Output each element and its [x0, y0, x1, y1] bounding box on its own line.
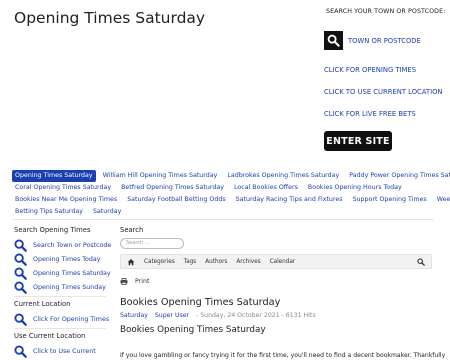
sidebar-item-label[interactable]: Click to Use Current: [33, 348, 96, 355]
nav-coral[interactable]: Coral Opening Times Saturday: [12, 182, 114, 194]
article-subtitle: Bookies Opening Times Saturday: [120, 325, 266, 335]
nav-paddy-power[interactable]: Paddy Power Opening Times Saturday: [346, 170, 450, 182]
nav-bookies-opening-hours-today[interactable]: Bookies Opening Hours Today: [305, 182, 405, 194]
article-body-text: If you love gambling or fancy trying it …: [120, 352, 446, 359]
sidebar-item-click-use-current[interactable]: Click to Use Current: [14, 344, 114, 358]
home-icon[interactable]: [127, 258, 135, 266]
sidebar-item-click-opening-times[interactable]: Click For Opening Times: [14, 312, 114, 326]
search-icon: [14, 312, 27, 326]
sidebar-item-opening-saturday[interactable]: Opening Times Saturday: [14, 266, 114, 280]
nav-weekdays[interactable]: Weekdays: [434, 194, 450, 206]
toolbar-authors[interactable]: Authors: [205, 259, 227, 265]
search-icon: [14, 252, 27, 266]
sidebar-divider: [14, 296, 106, 297]
town-postcode-label[interactable]: TOWN OR POSTCODE: [348, 37, 421, 45]
side-search-heading: SEARCH YOUR TOWN OR POSTCODE:: [326, 8, 446, 15]
search-icon[interactable]: [324, 31, 343, 50]
search-icon: [14, 344, 27, 358]
nav-saturday[interactable]: Saturday: [90, 206, 124, 218]
sidebar-item-opening-today[interactable]: Opening Times Today: [14, 252, 114, 266]
site-title[interactable]: Opening Times Saturday: [14, 9, 205, 27]
toolbar-categories[interactable]: Categories: [144, 259, 175, 265]
search-input[interactable]: Search ...: [120, 238, 184, 249]
sidebar-item-label[interactable]: Search Town or Postcode: [33, 242, 111, 249]
nav-saturday-football-odds[interactable]: Saturday Football Betting Odds: [124, 194, 228, 206]
sidebar-item-label[interactable]: Opening Times Today: [33, 256, 100, 263]
search-icon: [14, 266, 27, 280]
sidebar-item-opening-sunday[interactable]: Opening Times Sunday: [14, 280, 114, 294]
print-action[interactable]: Print: [120, 278, 150, 285]
live-free-bets-link[interactable]: CLICK FOR LIVE FREE BETS: [324, 110, 416, 118]
top-navigation: Opening Times Saturday William Hill Open…: [12, 170, 450, 218]
sidebar-item-label[interactable]: Opening Times Saturday: [33, 270, 111, 277]
use-current-location-link[interactable]: CLICK TO USE CURRENT LOCATION: [324, 88, 443, 96]
town-postcode-search[interactable]: TOWN OR POSTCODE: [324, 31, 421, 50]
meta-category-link[interactable]: Saturday: [120, 312, 148, 319]
nav-saturday-racing-tips[interactable]: Saturday Racing Tips and Fixtures: [233, 194, 346, 206]
sidebar-item-search-town[interactable]: Search Town or Postcode: [14, 238, 114, 252]
nav-betting-tips-saturday[interactable]: Betting Tips Saturday: [12, 206, 86, 218]
meta-date: - Sunday, 24 October 2021: [196, 312, 280, 319]
nav-william-hill[interactable]: William Hill Opening Times Saturday: [100, 170, 221, 182]
click-for-opening-times-link[interactable]: CLICK FOR OPENING TIMES: [324, 66, 416, 74]
search-icon: [14, 238, 27, 252]
nav-betfred[interactable]: Betfred Opening Times Saturday: [118, 182, 227, 194]
search-icon[interactable]: [417, 258, 425, 266]
article-meta: Saturday Super User - Sunday, 24 October…: [120, 312, 316, 319]
nav-bookies-near-me[interactable]: Bookies Near Me Opening Times: [12, 194, 120, 206]
content-toolbar: Categories Tags Authors Archives Calenda…: [120, 254, 432, 269]
main-content: Search Search ... Categories Tags Author…: [120, 226, 445, 359]
sidebar-divider: [14, 328, 106, 329]
article-title[interactable]: Bookies Opening Times Saturday: [120, 297, 280, 308]
meta-author-link[interactable]: Super User: [155, 312, 189, 319]
nav-divider: [12, 219, 434, 220]
left-sidebar: Search Opening Times Search Town or Post…: [14, 226, 114, 358]
toolbar-tags[interactable]: Tags: [184, 259, 197, 265]
search-icon: [14, 280, 27, 294]
nav-ladbrokes[interactable]: Ladbrokes Opening Times Saturday: [224, 170, 342, 182]
meta-hits: - 6131 Hits: [281, 312, 316, 319]
search-opening-times-heading: Search Opening Times: [14, 226, 91, 234]
nav-local-bookies-offers[interactable]: Local Bookies Offers: [231, 182, 301, 194]
use-current-location-heading: Use Current Location: [14, 332, 86, 340]
print-label[interactable]: Print: [135, 278, 150, 285]
sidebar-item-label[interactable]: Opening Times Sunday: [33, 284, 106, 291]
nav-support-opening-times[interactable]: Support Opening Times: [350, 194, 430, 206]
printer-icon: [120, 278, 128, 285]
toolbar-archives[interactable]: Archives: [236, 259, 260, 265]
current-location-heading: Current Location: [14, 300, 71, 308]
sidebar-item-label[interactable]: Click For Opening Times: [33, 316, 109, 323]
toolbar-calendar[interactable]: Calendar: [270, 259, 296, 265]
search-label: Search: [120, 226, 144, 234]
nav-opening-times-saturday[interactable]: Opening Times Saturday: [12, 170, 96, 182]
enter-site-button[interactable]: ENTER SITE: [324, 131, 392, 151]
